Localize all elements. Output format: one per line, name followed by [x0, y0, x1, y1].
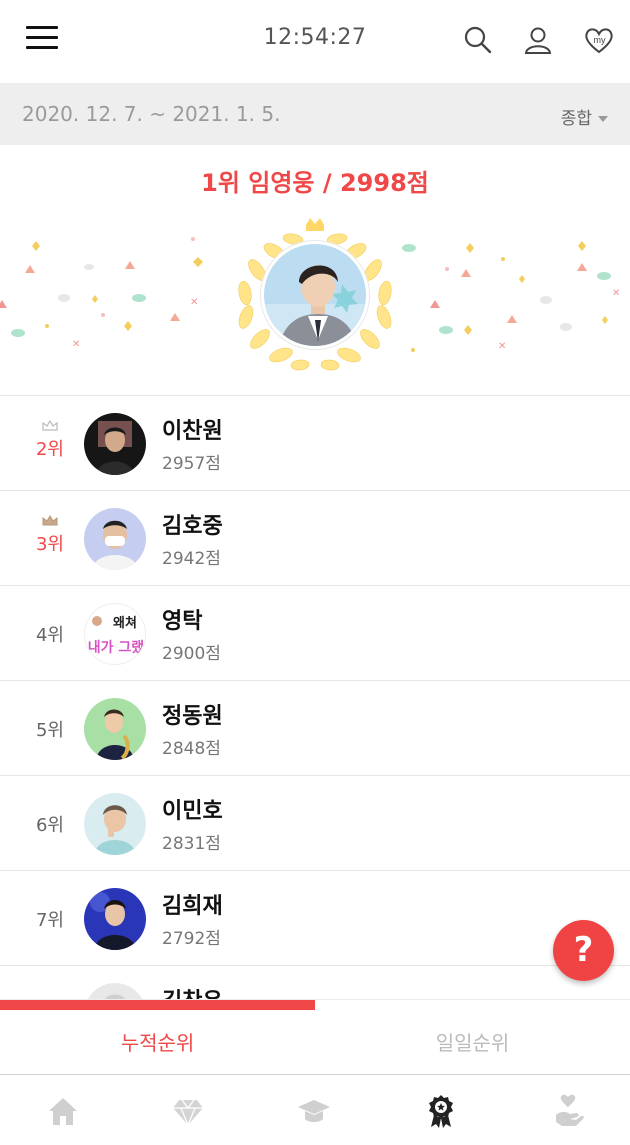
singer-score: 2942점 — [162, 549, 221, 569]
crown-icon — [42, 420, 58, 431]
rank-label: 3위 — [35, 534, 64, 555]
avatar — [84, 793, 146, 855]
avatar — [84, 888, 146, 950]
singer-name: 김호중 — [162, 514, 223, 539]
my-label: my — [594, 35, 606, 45]
help-button[interactable]: ? — [553, 920, 614, 981]
singer-score: 2831점 — [162, 834, 221, 854]
filter-dropdown[interactable]: 종합 — [561, 104, 608, 129]
hand-heart-icon[interactable] — [550, 1093, 586, 1129]
rank-cell: 6위 — [20, 776, 80, 871]
search-icon[interactable] — [462, 24, 494, 56]
period-bar: 2020. 12. 7. ~ 2021. 1. 5. 종합 — [0, 83, 630, 145]
rank-label: 4위 — [35, 625, 64, 646]
award-badge-icon[interactable] — [423, 1093, 459, 1129]
avatar: 왜쳐 내가 그랬 — [84, 603, 146, 665]
bottom-nav — [0, 1075, 630, 1145]
date-range: 2020. 12. 7. ~ 2021. 1. 5. — [22, 102, 281, 126]
tab-indicator — [0, 1000, 315, 1010]
filter-label: 종합 — [560, 109, 592, 129]
rank-cell: 3위 — [20, 491, 80, 586]
rank-cell: 8위 — [20, 966, 80, 999]
ranking-row[interactable]: 7위 김희재 2792점 — [0, 871, 630, 966]
diamond-icon[interactable] — [170, 1093, 206, 1129]
ranking-row[interactable]: 5위 정동원 2848점 — [0, 681, 630, 776]
home-icon[interactable] — [45, 1093, 81, 1129]
tab-indicator-track — [0, 999, 630, 1010]
singer-name: 영탁 — [162, 609, 203, 634]
avatar — [84, 508, 146, 570]
ranking-row[interactable]: 3위 김호중 2942점 — [0, 491, 630, 586]
singer-name: 이찬원 — [162, 419, 223, 444]
singer-name: 이민호 — [162, 799, 223, 824]
rank-label: 7위 — [35, 910, 64, 931]
ranking-list: 2위 이찬원 2957점 3위 김호중 2942점 4위 왜쳐 내가 그랬 영탁… — [0, 395, 630, 999]
avatar-text-bottom: 내가 그랬 — [88, 639, 145, 656]
singer-name: 김희재 — [162, 894, 223, 919]
avatar — [84, 413, 146, 475]
ranking-tabs: 누적순위 일일순위 — [0, 999, 630, 1075]
top-bar: 12:54:27 my — [0, 0, 630, 82]
singer-name: 정동원 — [162, 704, 223, 729]
singer-score: 2900점 — [162, 644, 221, 664]
user-icon[interactable] — [522, 24, 554, 56]
svg-text:✕: ✕ — [190, 297, 198, 308]
chevron-down-icon — [598, 116, 608, 122]
ranking-row[interactable]: 4위 왜쳐 내가 그랬 영탁 2900점 — [0, 586, 630, 681]
graduation-cap-icon[interactable] — [296, 1093, 332, 1129]
singer-score: 2792점 — [162, 929, 221, 949]
champion-banner: ✕ ✕ ✕ ✕ 1위 임영웅 / 2998점 — [0, 145, 630, 395]
avatar — [84, 698, 146, 760]
svg-text:✕: ✕ — [72, 339, 80, 350]
crown-icon — [42, 515, 58, 526]
singer-score: 2957점 — [162, 454, 221, 474]
rank-label: 6위 — [35, 815, 64, 836]
rank-label: 5위 — [35, 720, 64, 741]
ranking-row[interactable]: 6위 이민호 2831점 — [0, 776, 630, 871]
tab-cumulative[interactable]: 누적순위 — [0, 1027, 315, 1056]
rank-cell: 7위 — [20, 871, 80, 966]
avatar-text-top: 왜쳐 — [113, 615, 137, 631]
rank-label: 2위 — [35, 439, 64, 460]
champion-avatar[interactable] — [261, 241, 369, 349]
tab-daily[interactable]: 일일순위 — [315, 1027, 630, 1056]
svg-text:✕: ✕ — [498, 341, 506, 352]
champion-title: 1위 임영웅 / 2998점 — [201, 169, 429, 197]
singer-name: 김찬우 — [162, 983, 223, 999]
singer-score: 2848점 — [162, 739, 221, 759]
rank-cell: 4위 — [20, 586, 80, 681]
avatar — [84, 983, 146, 999]
rank-cell: 2위 — [20, 396, 80, 491]
ranking-row[interactable]: 8위 김찬우 — [0, 966, 630, 999]
heart-my-icon[interactable]: my — [583, 24, 615, 56]
rank-cell: 5위 — [20, 681, 80, 776]
ranking-row[interactable]: 2위 이찬원 2957점 — [0, 396, 630, 491]
svg-text:✕: ✕ — [612, 288, 620, 299]
